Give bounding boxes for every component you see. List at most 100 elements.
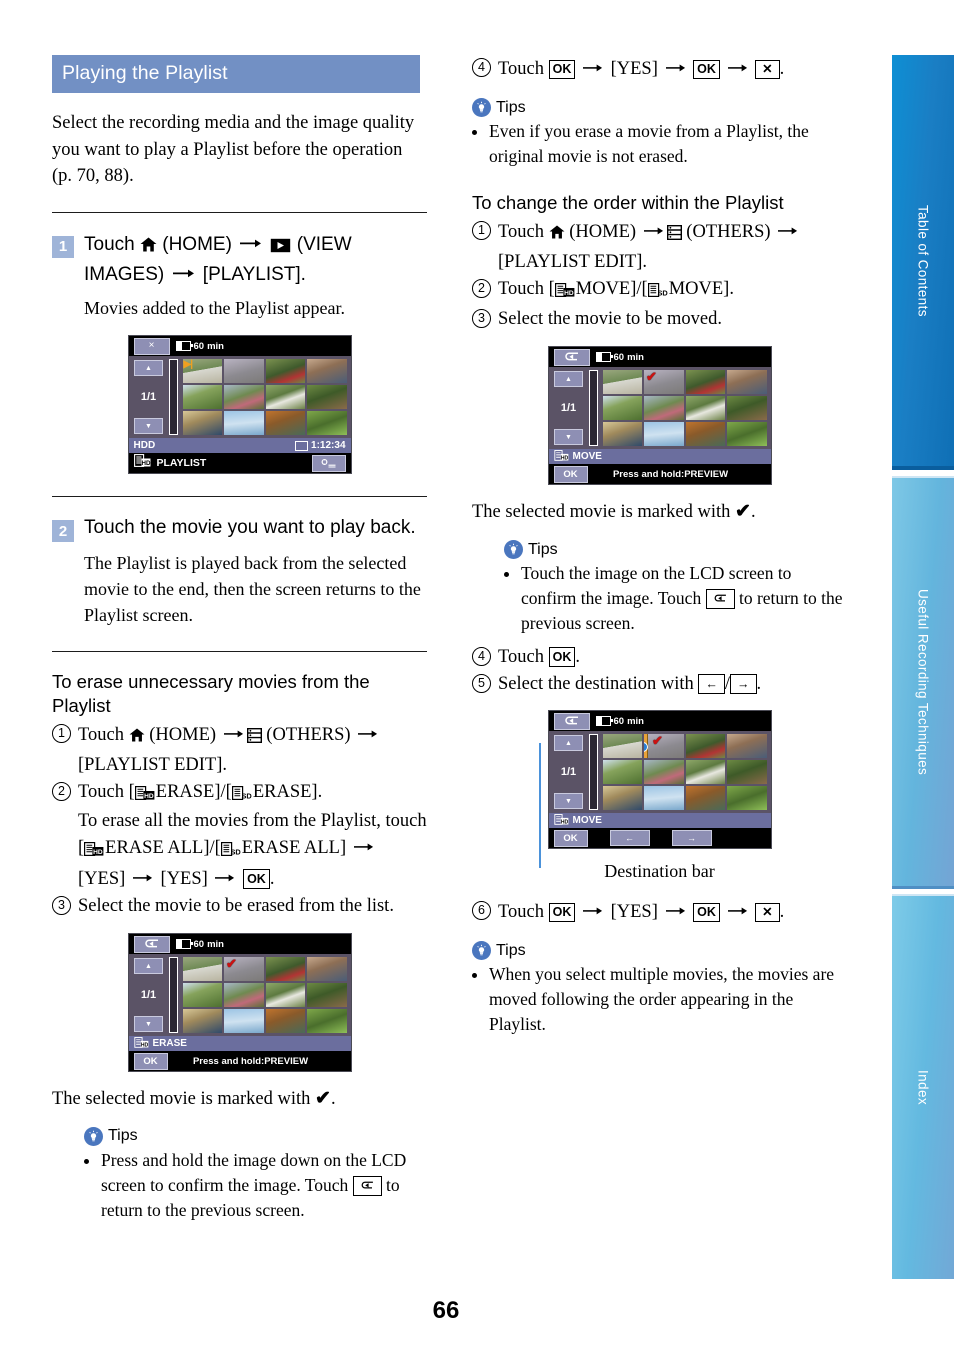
thumbnail[interactable] bbox=[265, 957, 305, 982]
thumbnail-selected[interactable]: ✔ bbox=[644, 370, 684, 395]
playlist-sd-icon: SD bbox=[231, 782, 252, 808]
thumbnail[interactable] bbox=[182, 385, 222, 410]
thumbnail[interactable] bbox=[685, 370, 725, 395]
thumbnail[interactable] bbox=[307, 385, 347, 410]
step-1-home-label: (HOME) bbox=[156, 233, 238, 255]
lcd-nav-column: ▲ 1/1 ▼ bbox=[132, 359, 166, 435]
circle-number-3: 3 bbox=[52, 895, 71, 915]
right-top-tips: Tips Even if you erase a movie from a Pl… bbox=[472, 98, 847, 169]
order-item4-touch: Touch bbox=[498, 646, 549, 667]
thumbnail-selected[interactable]: ✔ bbox=[224, 957, 264, 982]
thumbnail[interactable] bbox=[224, 1009, 264, 1034]
svg-text:HD: HD bbox=[141, 460, 150, 467]
order-steps-list-3: 6 Touch OK [YES] OK ✕. bbox=[472, 898, 847, 925]
list-item: 4 Touch OK [YES] OK ✕. bbox=[472, 55, 847, 82]
option-button[interactable] bbox=[311, 454, 346, 472]
circle-number-1: 1 bbox=[472, 221, 491, 241]
lightbulb-icon bbox=[84, 1126, 103, 1146]
thumbnail[interactable] bbox=[224, 983, 264, 1008]
thumbnail[interactable]: ▶| bbox=[182, 359, 222, 384]
lcd-back-button[interactable] bbox=[133, 935, 170, 953]
thumbnail[interactable] bbox=[265, 385, 305, 410]
scroll-up-button[interactable]: ▲ bbox=[134, 958, 163, 975]
thumbnail[interactable] bbox=[182, 983, 222, 1008]
scroll-up-button[interactable]: ▲ bbox=[134, 360, 163, 377]
tab-table-of-contents[interactable]: Table of Contents bbox=[892, 55, 954, 470]
ok-button[interactable]: OK bbox=[133, 1052, 168, 1070]
order-section-heading: To change the order within the Playlist bbox=[472, 191, 784, 213]
page-indicator: 1/1 bbox=[140, 989, 157, 1002]
list-item: Even if you erase a movie from a Playlis… bbox=[489, 119, 847, 169]
playlist-hd-icon: HD bbox=[133, 454, 151, 472]
home-icon bbox=[549, 221, 565, 247]
thumbnail[interactable] bbox=[644, 396, 684, 421]
thumbnail[interactable] bbox=[644, 422, 684, 447]
thumbnail[interactable] bbox=[727, 370, 767, 395]
thumbnail[interactable] bbox=[307, 983, 347, 1008]
thumbnail[interactable] bbox=[182, 1009, 222, 1034]
left-column: Playing the Playlist Select the recordin… bbox=[52, 55, 427, 1222]
tab-useful-recording-techniques[interactable]: Useful Recording Techniques bbox=[892, 476, 954, 889]
erase-item3: Select the movie to be erased from the l… bbox=[78, 895, 394, 916]
close-button-glyph: ✕ bbox=[755, 902, 780, 923]
ok-button-glyph: OK bbox=[548, 647, 576, 667]
tab-label: Useful Recording Techniques bbox=[915, 588, 931, 776]
lcd-back-button[interactable] bbox=[553, 348, 590, 366]
thumbnail[interactable] bbox=[265, 983, 305, 1008]
erase-item1-touch: Touch bbox=[78, 725, 129, 746]
scrollbar[interactable] bbox=[168, 359, 178, 436]
order-item4-tail: . bbox=[575, 646, 580, 667]
ok-button[interactable]: OK bbox=[553, 465, 588, 483]
thumbnail[interactable] bbox=[727, 422, 767, 447]
list-item: 5 Select the destination with ← / →. bbox=[472, 671, 847, 697]
tips-header: Tips bbox=[504, 540, 847, 560]
thumbnail[interactable] bbox=[265, 411, 305, 436]
others-icon bbox=[666, 222, 682, 248]
thumbnail[interactable] bbox=[307, 1009, 347, 1034]
lcd-close-button[interactable]: × bbox=[133, 337, 170, 355]
erase-item1-home: (HOME) bbox=[144, 725, 221, 746]
thumbnail[interactable] bbox=[224, 411, 264, 436]
tab-index[interactable]: Index bbox=[892, 894, 954, 1279]
thumbnail[interactable] bbox=[182, 411, 222, 436]
scrollbar[interactable] bbox=[588, 370, 598, 447]
thumbnail[interactable] bbox=[727, 396, 767, 421]
scroll-down-button[interactable]: ▼ bbox=[554, 429, 583, 446]
page-indicator: 1/1 bbox=[560, 402, 577, 415]
check-mark-icon: ✔ bbox=[315, 1088, 331, 1110]
thumbnail[interactable] bbox=[602, 422, 642, 447]
thumbnail[interactable] bbox=[307, 957, 347, 982]
thumbnail[interactable] bbox=[307, 359, 347, 384]
thumbnail[interactable] bbox=[224, 359, 264, 384]
playlist-sd-icon: SD bbox=[220, 838, 241, 864]
thumbnail[interactable] bbox=[182, 957, 222, 982]
thumbnail[interactable] bbox=[265, 1009, 305, 1034]
thumbnail[interactable] bbox=[307, 411, 347, 436]
lightbulb-icon bbox=[472, 98, 491, 118]
scroll-up-button[interactable]: ▲ bbox=[554, 371, 583, 388]
left-arrow-button-glyph: ← bbox=[698, 674, 725, 694]
step4-yes: [YES] bbox=[610, 59, 663, 79]
list-item: 2 Touch [HD MOVE]/[SD MOVE]. bbox=[472, 276, 847, 305]
thumbnail[interactable] bbox=[602, 396, 642, 421]
page-number: 66 bbox=[432, 1297, 460, 1324]
page-indicator: 1/1 bbox=[140, 391, 157, 404]
thumbnail[interactable] bbox=[685, 396, 725, 421]
erase-marked-b: . bbox=[330, 1089, 336, 1110]
thumbnail[interactable] bbox=[224, 385, 264, 410]
thumbnail[interactable] bbox=[602, 370, 642, 395]
ok-button-glyph: OK bbox=[548, 902, 576, 923]
scroll-down-button[interactable]: ▼ bbox=[134, 1016, 163, 1033]
lcd-playlist-bottombar: HD PLAYLIST bbox=[128, 453, 351, 474]
thumbnail[interactable] bbox=[685, 422, 725, 447]
circle-number-4: 4 bbox=[472, 646, 491, 666]
arrow-icon bbox=[172, 261, 195, 287]
lightbulb-icon bbox=[472, 941, 491, 961]
divider bbox=[52, 496, 427, 498]
status-label: MOVE bbox=[572, 451, 602, 463]
scroll-down-button[interactable]: ▼ bbox=[134, 418, 163, 435]
check-mark-icon: ✔ bbox=[646, 370, 657, 385]
thumbnail[interactable] bbox=[265, 359, 305, 384]
scrollbar[interactable] bbox=[168, 957, 178, 1034]
lcd-nav-column: ▲ 1/1 ▼ bbox=[132, 957, 166, 1033]
